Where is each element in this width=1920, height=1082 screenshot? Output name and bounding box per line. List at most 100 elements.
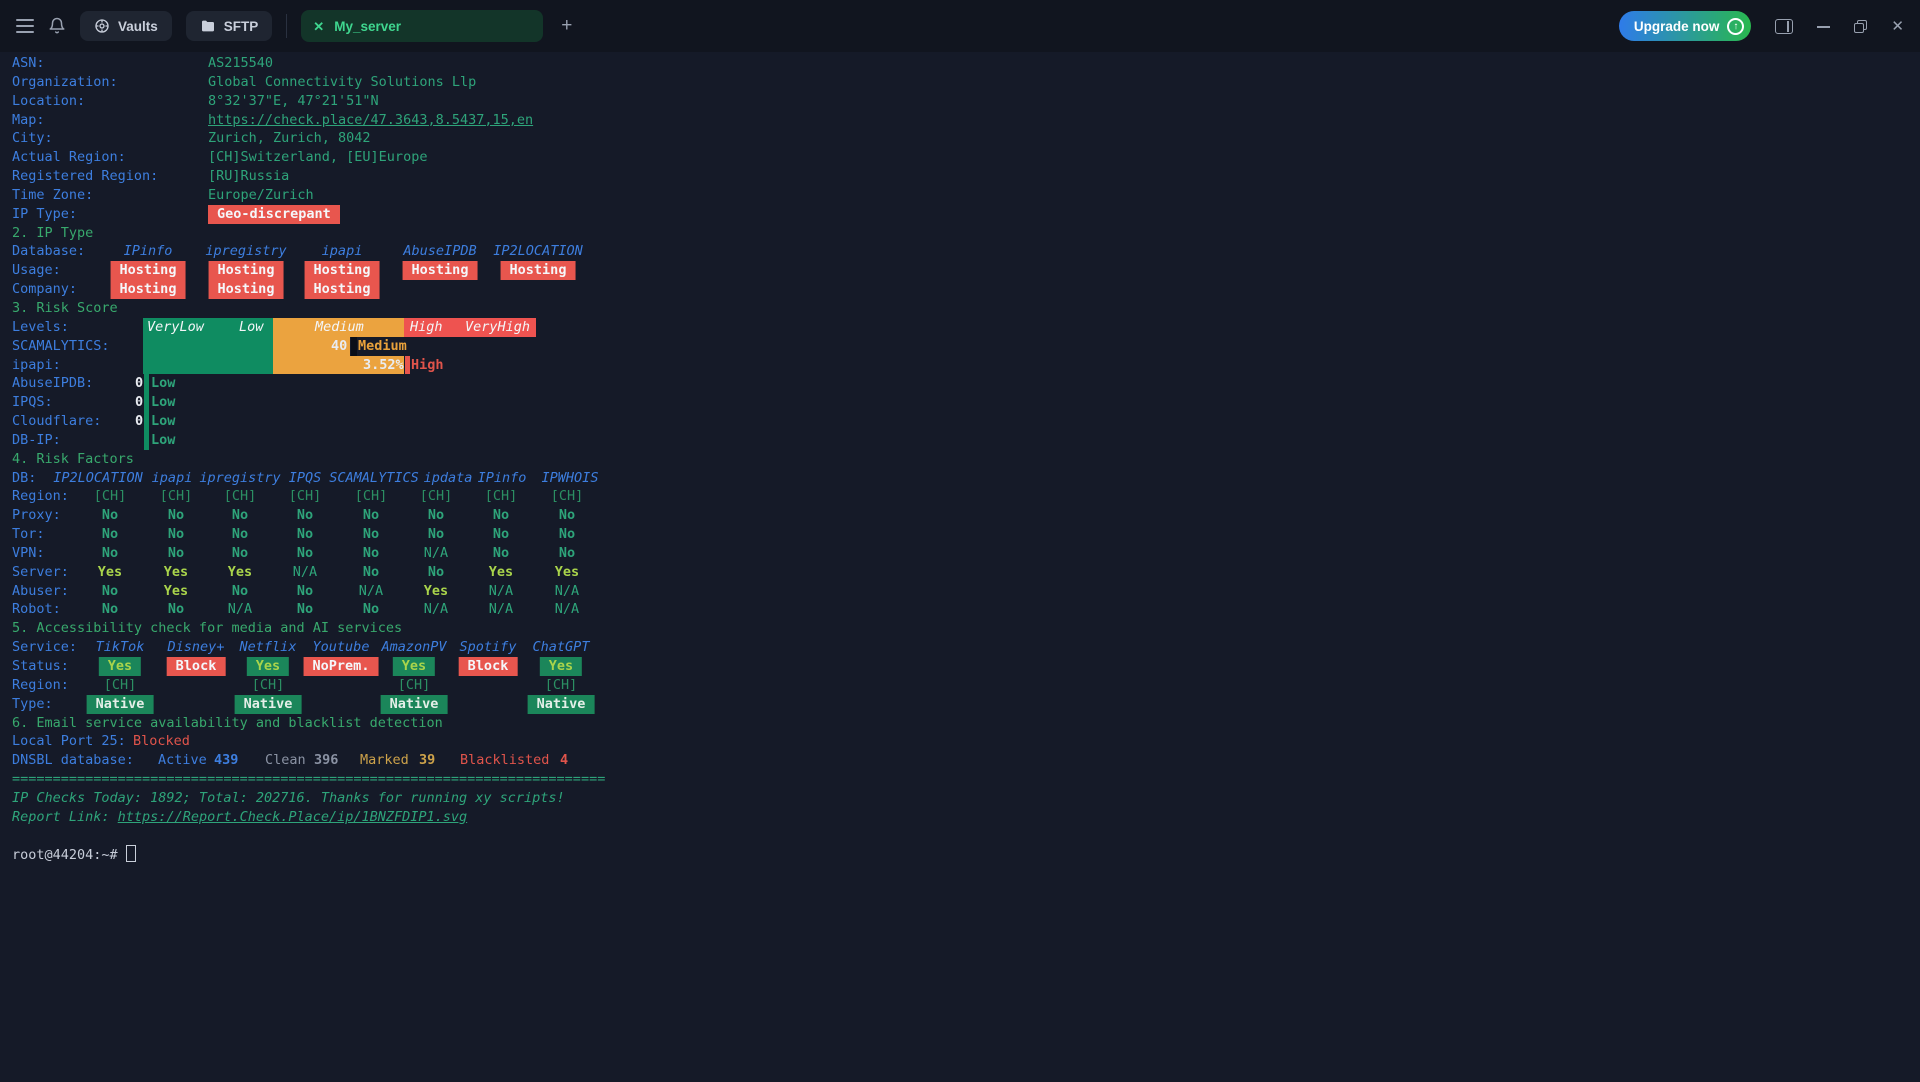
terminal-text: No	[102, 582, 118, 601]
terminal-line: DB-IP:Low	[0, 431, 1920, 450]
notifications-bell-icon[interactable]	[48, 17, 66, 35]
terminal-text: No	[363, 544, 379, 563]
terminal-text: [CH]	[94, 487, 127, 506]
terminal-text: No	[102, 544, 118, 563]
terminal-line: Database:IPinfoipregistryipapiAbuseIPDBI…	[0, 242, 1920, 261]
terminal-text: No	[168, 506, 184, 525]
terminal-text: 3.52%	[363, 356, 404, 375]
terminal-line: Service:TikTokDisney+NetflixYoutubeAmazo…	[0, 638, 1920, 657]
terminal-line: Map:https://check.place/47.3643,8.5437,1…	[0, 111, 1920, 130]
terminal-line: 2. IP Type	[0, 224, 1920, 243]
terminal-line: VPN:NoNoNoNoNoN/ANoNo	[0, 544, 1920, 563]
terminal-text: Medium	[315, 318, 364, 337]
separator: ========================================…	[12, 771, 605, 787]
usage-badge: Hosting	[501, 261, 576, 280]
company-badge: Hosting	[111, 280, 186, 299]
usage-badge: Hosting	[209, 261, 284, 280]
terminal-text: ipapi	[322, 242, 363, 261]
terminal-line: 3. Risk Score	[0, 299, 1920, 318]
terminal-text: Region:	[12, 488, 69, 504]
terminal-text: No	[363, 506, 379, 525]
terminal-line: DB:IP2LOCATIONipapiipregistryIPQSSCAMALY…	[0, 469, 1920, 488]
terminal-text: [CH]	[551, 487, 584, 506]
terminal-text: No	[363, 525, 379, 544]
tab-label: SFTP	[224, 19, 259, 34]
terminal-text: Proxy:	[12, 507, 61, 523]
terminal-text: Low	[151, 412, 175, 431]
terminal-text: IPinfo	[478, 469, 527, 488]
tab-my-server[interactable]: ✕ My_server	[301, 10, 543, 42]
terminal-line: DNSBL database:Active439Clean396Marked39…	[0, 751, 1920, 770]
section-header: 2. IP Type	[12, 225, 93, 241]
type-badge: Native	[528, 695, 595, 714]
report-link[interactable]: https://Report.Check.Place/ip/1BNZFDIP1.…	[118, 809, 468, 825]
terminal-text: Zurich, Zurich, 8042	[208, 129, 371, 148]
terminal-text: ipregistry	[205, 242, 286, 261]
terminal-line: AbuseIPDB:0Low	[0, 374, 1920, 393]
terminal-text: [CH]	[289, 487, 322, 506]
terminal-line	[0, 827, 1920, 846]
terminal-text: No	[559, 506, 575, 525]
terminal-line: Levels:VeryLowLowMediumHighVeryHigh	[0, 318, 1920, 337]
terminal-text: Spotify	[460, 638, 517, 657]
terminal-text: No	[363, 600, 379, 619]
geo-discrepant-badge: Geo-discrepant	[208, 205, 340, 224]
status-badge: Yes	[393, 657, 435, 676]
terminal-text: Location:	[12, 93, 85, 109]
map-link[interactable]: https://check.place/47.3643,8.5437,15,en	[208, 111, 533, 130]
terminal-text: 40	[331, 337, 347, 356]
panel-toggle-icon[interactable]	[1775, 19, 1793, 34]
terminal-text: Report Link:	[12, 809, 118, 825]
close-window-button[interactable]: ✕	[1891, 19, 1904, 34]
terminal-text: Yes	[98, 563, 122, 582]
restore-button[interactable]	[1854, 20, 1867, 33]
terminal-text: [CH]	[398, 676, 431, 695]
tab-vaults[interactable]: Vaults	[80, 11, 172, 41]
terminal-text: Europe/Zurich	[208, 186, 314, 205]
terminal-text: Marked	[360, 751, 409, 770]
terminal-line: Region:[CH][CH][CH][CH]	[0, 676, 1920, 695]
terminal-text: VPN:	[12, 545, 45, 561]
terminal-text: 0	[135, 374, 143, 393]
terminal-text: High	[410, 318, 443, 337]
terminal-text: Levels:	[12, 319, 69, 335]
tab-label: My_server	[334, 19, 401, 34]
terminal[interactable]: ASN:AS215540Organization:Global Connecti…	[0, 52, 1920, 1082]
terminal-text: 8°32'37"E, 47°21'51"N	[208, 92, 379, 111]
terminal-text: Company:	[12, 281, 77, 297]
terminal-text: Blacklisted	[460, 751, 549, 770]
terminal-text: IP Checks Today: 1892; Total: 202716. Th…	[12, 790, 565, 806]
terminal-text: Usage:	[12, 262, 61, 278]
upgrade-label: Upgrade now	[1634, 19, 1720, 34]
terminal-text: N/A	[489, 582, 513, 601]
new-tab-button[interactable]: +	[557, 15, 576, 37]
terminal-text: No	[102, 600, 118, 619]
terminal-text: No	[559, 525, 575, 544]
tab-sftp[interactable]: SFTP	[186, 11, 273, 41]
terminal-text: Yes	[164, 582, 188, 601]
terminal-line: Cloudflare:0Low	[0, 412, 1920, 431]
terminal-text: [CH]	[545, 676, 578, 695]
close-tab-icon[interactable]: ✕	[313, 20, 324, 33]
menu-icon[interactable]	[16, 19, 34, 33]
score-bar	[143, 356, 273, 375]
terminal-text: Type:	[12, 696, 53, 712]
terminal-line: Robot:NoNoN/ANoNoN/AN/AN/A	[0, 600, 1920, 619]
terminal-text: Medium	[358, 337, 407, 356]
terminal-text: TikTok	[96, 638, 145, 657]
terminal-text: Database:	[12, 243, 85, 259]
terminal-text: Disney+	[168, 638, 225, 657]
terminal-line: Abuser:NoYesNoNoN/AYesN/AN/A	[0, 582, 1920, 601]
status-badge: Block	[459, 657, 518, 676]
terminal-text: AmazonPV	[381, 638, 446, 657]
terminal-text: No	[297, 544, 313, 563]
terminal-text: N/A	[228, 600, 252, 619]
terminal-text: IP2LOCATION	[493, 242, 582, 261]
minimize-button[interactable]	[1817, 24, 1830, 28]
terminal-text: No	[168, 525, 184, 544]
terminal-text: No	[297, 506, 313, 525]
upgrade-button[interactable]: Upgrade now ↑	[1619, 11, 1752, 41]
terminal-text: No	[428, 525, 444, 544]
status-badge: Yes	[540, 657, 582, 676]
terminal-text: No	[297, 582, 313, 601]
